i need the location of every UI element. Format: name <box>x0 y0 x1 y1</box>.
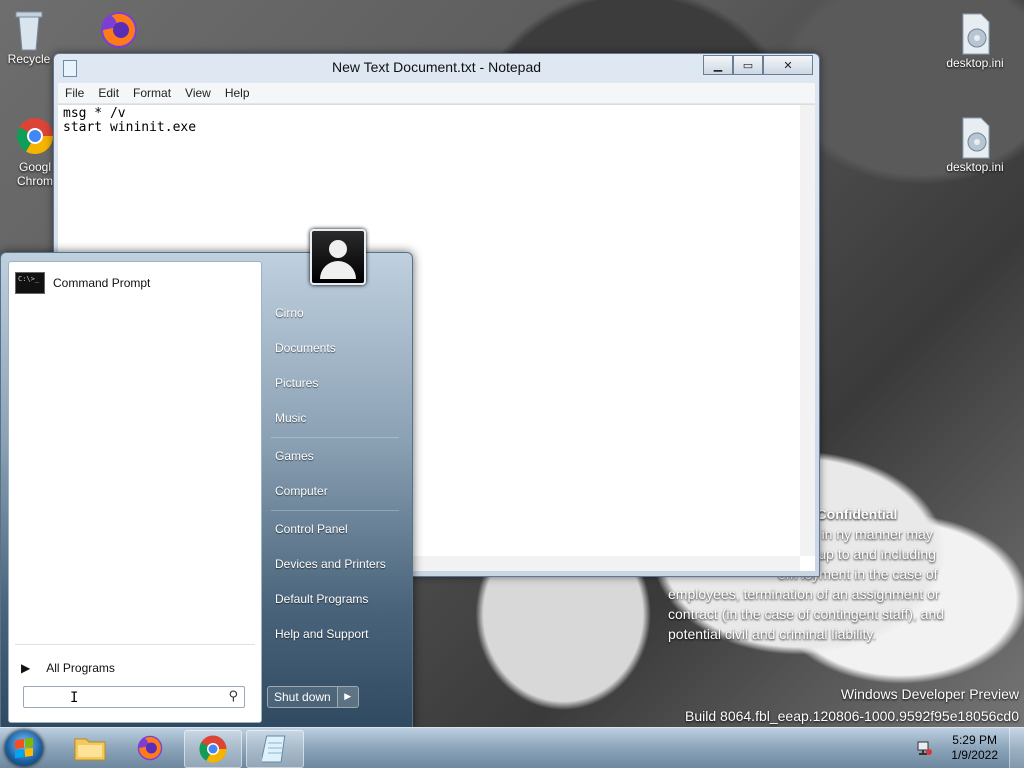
clock-date: 1/9/2022 <box>951 748 998 762</box>
chrome-icon <box>199 735 227 763</box>
arrow-right-icon: ▶ <box>21 661 31 675</box>
confidential-line: employees, termination of an assignment … <box>668 586 940 602</box>
vertical-scrollbar[interactable] <box>800 105 815 556</box>
watermark-edition: Windows Developer Preview <box>840 686 1019 702</box>
confidential-line: contract (in the case of contingent staf… <box>668 606 945 622</box>
network-icon[interactable] <box>916 740 932 759</box>
menu-view[interactable]: View <box>178 86 218 100</box>
taskbar: 5:29 PM 1/9/2022 <box>0 727 1024 768</box>
start-link-help-support[interactable]: Help and Support <box>275 627 368 641</box>
user-silhouette-body <box>320 261 356 279</box>
program-command-prompt[interactable]: C:\>_ Command Prompt <box>15 272 150 294</box>
all-programs-button[interactable]: ▶ All Programs <box>21 661 115 675</box>
desktop-icon-desktop-ini-1[interactable]: desktop.ini <box>938 12 1012 70</box>
text-cursor-icon: I <box>70 690 79 706</box>
start-link-documents[interactable]: Documents <box>275 341 336 355</box>
start-link-devices-printers[interactable]: Devices and Printers <box>275 557 386 571</box>
firefox-icon <box>97 8 137 48</box>
user-silhouette-head <box>329 240 347 258</box>
menu-file[interactable]: File <box>58 86 91 100</box>
start-menu: C:\>_ Command Prompt ▶ All Programs I ⚲ … <box>0 229 413 730</box>
menu-format[interactable]: Format <box>126 86 178 100</box>
desktop-icon-label: desktop.ini <box>946 160 1004 174</box>
shutdown-control: Shut down ▶ <box>267 686 359 708</box>
shutdown-options-arrow-icon[interactable]: ▶ <box>336 687 358 707</box>
show-desktop-button[interactable] <box>1009 728 1024 768</box>
shutdown-button[interactable]: Shut down <box>268 687 337 707</box>
desktop-icon-firefox[interactable] <box>80 8 154 52</box>
taskbar-firefox[interactable] <box>122 730 178 766</box>
user-avatar[interactable] <box>310 229 366 285</box>
command-prompt-icon: C:\>_ <box>15 272 45 294</box>
clock[interactable]: 5:29 PM 1/9/2022 <box>951 733 998 763</box>
desktop-icon-label: desktop.ini <box>946 56 1004 70</box>
notepad-icon <box>262 735 286 763</box>
start-link-music[interactable]: Music <box>275 411 306 425</box>
taskbar-chrome[interactable] <box>184 730 242 768</box>
divider <box>271 437 399 438</box>
document-text[interactable]: msg * /v start wininit.exe <box>63 107 196 135</box>
minimize-button[interactable]: ▁ <box>703 55 733 75</box>
search-input[interactable]: I ⚲ <box>23 686 245 708</box>
desktop-icon-desktop-ini-2[interactable]: desktop.ini <box>938 116 1012 174</box>
watermark-build: Build 8064.fbl_eeap.120806-1000.9592f95e… <box>685 708 1019 724</box>
maximize-button[interactable]: ▭ <box>733 55 763 75</box>
close-button[interactable]: ✕ <box>763 55 813 75</box>
settings-file-icon <box>955 116 995 159</box>
all-programs-label: All Programs <box>46 661 115 675</box>
start-link-games[interactable]: Games <box>275 449 314 463</box>
start-link-pictures[interactable]: Pictures <box>275 376 318 390</box>
divider <box>15 644 255 645</box>
taskbar-notepad[interactable] <box>246 730 304 768</box>
settings-file-icon <box>955 12 995 55</box>
divider <box>271 510 399 511</box>
start-link-computer[interactable]: Computer <box>275 484 328 498</box>
window-controls: ▁ ▭ ✕ <box>703 55 813 75</box>
start-button[interactable] <box>5 730 43 766</box>
start-link-control-panel[interactable]: Control Panel <box>275 522 348 536</box>
folder-icon <box>74 738 106 761</box>
start-menu-programs-pane: C:\>_ Command Prompt ▶ All Programs I ⚲ <box>8 261 262 723</box>
search-icon[interactable]: ⚲ <box>228 689 238 704</box>
menu-edit[interactable]: Edit <box>91 86 126 100</box>
program-label: Command Prompt <box>53 276 151 290</box>
clock-time: 5:29 PM <box>952 733 997 747</box>
confidential-line: potential civil and criminal liability. <box>668 626 877 642</box>
menu-help[interactable]: Help <box>218 86 257 100</box>
firefox-icon <box>137 735 163 761</box>
desktop-icon-label: Recycle <box>7 52 51 66</box>
taskbar-explorer[interactable] <box>62 730 118 766</box>
start-link-default-programs[interactable]: Default Programs <box>275 592 368 606</box>
recycle-bin-icon <box>9 8 49 51</box>
windows-logo-icon <box>15 737 33 759</box>
chrome-icon <box>15 116 55 156</box>
start-link-cirno[interactable]: Cirno <box>275 306 304 320</box>
menu-bar: File Edit Format View Help <box>58 83 815 103</box>
